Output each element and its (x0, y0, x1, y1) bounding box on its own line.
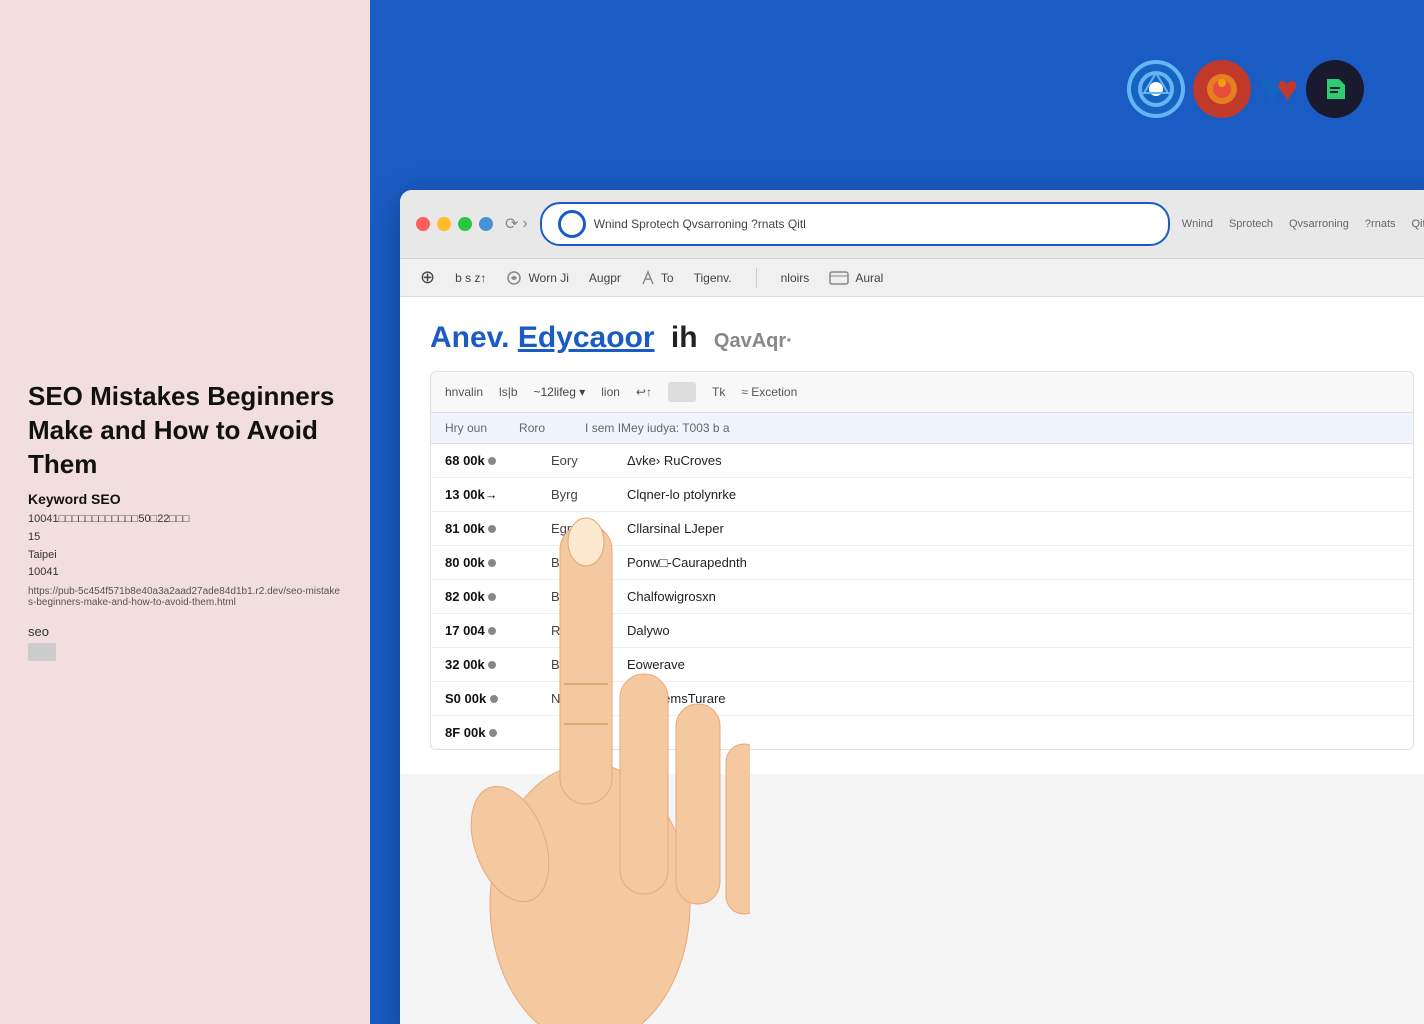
tl-fullscreen[interactable] (458, 217, 472, 231)
desc-8: OhrepemsTurare (627, 691, 1399, 706)
th-filter[interactable]: ~12lifeg ▾ (534, 385, 586, 399)
page-title: Anev. Edycaoor ih QavAqr· (430, 321, 1414, 355)
toolbar-item-4: ?rnats (1365, 218, 1396, 230)
subh-desc: I sem IMey iudya: T003 b a (585, 421, 1399, 435)
name-2: Byrg (551, 487, 611, 502)
table-row: 13 00k→ Byrg Clqner-lo ptolynrke (431, 478, 1413, 512)
name-8: Nilly (551, 691, 611, 706)
nav-forward[interactable]: › (522, 215, 527, 233)
desc-6: Dalywo (627, 623, 1399, 638)
table-row: 8F 00k (431, 716, 1413, 749)
address-circle-icon (558, 210, 586, 238)
table-row: 68 00k Eory Δvke› RuCroves (431, 444, 1413, 478)
right-panel: ♥ ♥ ⟳ › Wnind (370, 0, 1424, 1024)
browser-icons: ♥ ♥ (1127, 60, 1365, 118)
vol-8: S0 00k (445, 691, 535, 706)
desc-1: Δvke› RuCroves (627, 453, 1399, 468)
th-lstb: ls|b (499, 385, 517, 399)
table-row: 80 00k Bylg Ponw□-Caurapednth (431, 546, 1413, 580)
address-text: Wnind Sprotech Qvsarroning ?rnats Qitl (594, 217, 1152, 231)
tag-label: seo (28, 624, 342, 639)
nav-item-bsz[interactable]: b s z↑ (455, 271, 486, 285)
table-row: 81 00k Egry Cllarsinal LJeper (431, 512, 1413, 546)
tl-extra[interactable] (479, 217, 493, 231)
browser-nav: ⊕ b s z↑ Worn Ji Augpr To Tigenv. nloirs… (400, 259, 1424, 297)
table-header: hnvalin ls|b ~12lifeg ▾ lion ↩↑ Tk ≈ Exc… (431, 372, 1413, 413)
desc-5: Chalfowigrosxn (627, 589, 1399, 604)
meta-zip: 10041 (28, 564, 342, 582)
table-row: 82 00k Bury Chalfowigrosxn (431, 580, 1413, 614)
nav-item-ta[interactable]: To (641, 270, 674, 286)
name-6: Rylg (551, 623, 611, 638)
desc-7: Eowerave (627, 657, 1399, 672)
name-5: Bury (551, 589, 611, 604)
article-title: SEO Mistakes Beginners Make and How to A… (28, 380, 342, 481)
nav-arrows: ⟳ › (505, 214, 528, 234)
browser-toolbar: ⟳ › Wnind Sprotech Qvsarroning ?rnats Qi… (400, 190, 1424, 259)
name-3: Egry (551, 521, 611, 536)
subh-hryoun: Hry oun (445, 421, 487, 435)
data-table: hnvalin ls|b ~12lifeg ▾ lion ↩↑ Tk ≈ Exc… (430, 371, 1414, 750)
subh-roro: Roro (519, 421, 545, 435)
vol-9: 8F 00k (445, 725, 535, 740)
nav-item-augpr[interactable]: Augpr (589, 271, 621, 285)
tag-box (28, 643, 56, 661)
name-4: Bylg (551, 555, 611, 570)
desc-3: Cllarsinal LJeper (627, 521, 1399, 536)
tl-minimize[interactable] (437, 217, 451, 231)
desc-2: Clqner-lo ptolynrke (627, 487, 1399, 502)
th-hnvalin: hnvalin (445, 385, 483, 399)
th-lion: lion (601, 385, 620, 399)
name-7: Bory (551, 657, 611, 672)
name-1: Eory (551, 453, 611, 468)
vol-2: 13 00k→ (445, 487, 535, 502)
nav-item-tigenv[interactable]: Tigenv. (694, 271, 732, 285)
browser-window: ⟳ › Wnind Sprotech Qvsarroning ?rnats Qi… (400, 190, 1424, 1024)
th-arrow: ↩↑ (636, 385, 652, 399)
vol-4: 80 00k (445, 555, 535, 570)
browser-icon-chrome (1127, 60, 1185, 118)
article-url: https://pub-5c454f571b8e40a3a2aad27ade84… (28, 586, 342, 608)
browser-content: Anev. Edycaoor ih QavAqr· hnvalin ls|b ~… (400, 297, 1424, 774)
left-panel: SEO Mistakes Beginners Make and How to A… (0, 0, 370, 1024)
traffic-lights (416, 217, 493, 231)
browser-icon-dark (1306, 60, 1364, 118)
vol-6: 17 004 (445, 623, 535, 638)
vol-7: 32 00k (445, 657, 535, 672)
th-icon-box (668, 382, 696, 402)
table-row: S0 00k Nilly OhrepemsTurare (431, 682, 1413, 716)
table-row: 32 00k Bory Eowerave (431, 648, 1413, 682)
browser-icon-hearts: ♥ ♥ (1259, 67, 1299, 111)
browser-icon-firefox (1193, 60, 1251, 118)
toolbar-item-3: Qvsarroning (1289, 218, 1349, 230)
vol-1: 68 00k (445, 453, 535, 468)
table-subheader: Hry oun Roro I sem IMey iudya: T003 b a (431, 413, 1413, 444)
desc-4: Ponw□-Caurapednth (627, 555, 1399, 570)
th-tk: Tk (712, 385, 725, 399)
nav-back[interactable]: ⟳ (505, 214, 518, 234)
vol-3: 81 00k (445, 521, 535, 536)
nav-item-icon: ⊕ (420, 267, 435, 288)
meta-city: Taipei (28, 547, 342, 565)
nav-item-aural[interactable]: Aural (829, 271, 883, 285)
nav-item-worndi[interactable]: Worn Ji (506, 270, 568, 286)
page-title-dark: ih (671, 321, 698, 354)
meta-count: 15 (28, 529, 342, 547)
nav-divider (756, 268, 757, 288)
table-row: 17 004 Rylg Dalywo (431, 614, 1413, 648)
toolbar-item-2: Sprotech (1229, 218, 1273, 230)
nav-item-nloirs[interactable]: nloirs (781, 271, 810, 285)
toolbar-item-5: Qitl (1412, 218, 1424, 230)
page-title-blue: Anev. Edycaoor (430, 321, 655, 354)
meta-code: 10041□□□□□□□□□□□□50□22□□□ (28, 511, 342, 529)
toolbar-items: Wnind Sprotech Qvsarroning ?rnats Qitl (1182, 218, 1424, 230)
address-bar[interactable]: Wnind Sprotech Qvsarroning ?rnats Qitl (540, 202, 1170, 246)
th-excetion: ≈ Excetion (741, 385, 797, 399)
page-title-sub: QavAqr· (714, 330, 793, 352)
vol-5: 82 00k (445, 589, 535, 604)
tl-close[interactable] (416, 217, 430, 231)
toolbar-item-1: Wnind (1182, 218, 1213, 230)
keyword-label: Keyword SEO (28, 491, 342, 507)
